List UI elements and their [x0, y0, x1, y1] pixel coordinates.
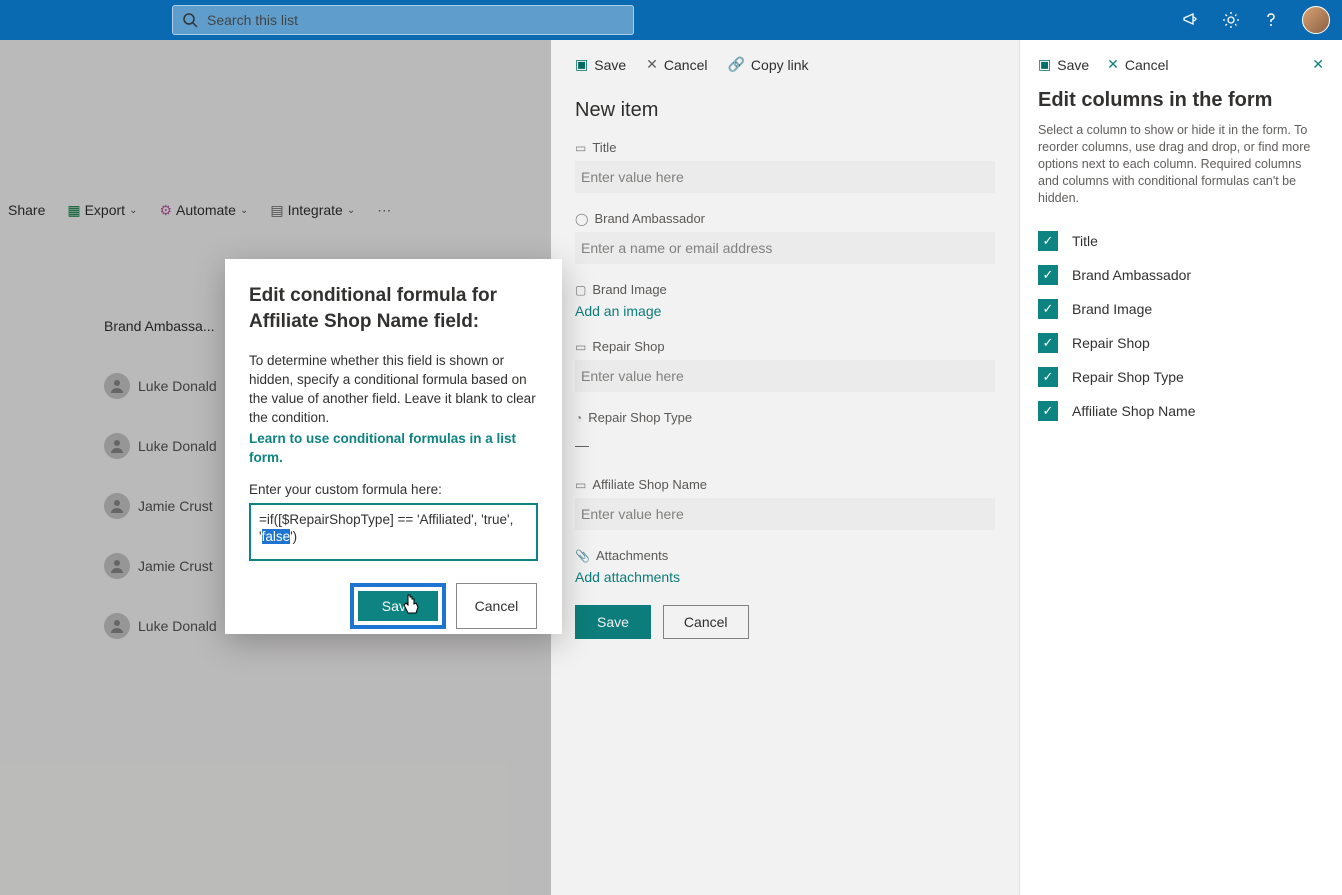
megaphone-icon[interactable]: [1182, 11, 1200, 29]
integrate-icon: ▤: [270, 202, 283, 219]
command-bar: Share ▦ Export ⌄ ⚙ Automate ⌄ ▤ Integrat…: [0, 190, 551, 230]
column-toggle-row[interactable]: ✓ Title: [1038, 224, 1324, 258]
checkbox-checked-icon[interactable]: ✓: [1038, 367, 1058, 387]
person-icon: [104, 433, 130, 459]
automate-icon: ⚙: [159, 202, 172, 219]
close-icon: ✕: [1107, 56, 1119, 73]
person-icon: [104, 493, 130, 519]
add-attachments-link[interactable]: Add attachments: [575, 569, 680, 585]
help-icon[interactable]: [1262, 11, 1280, 29]
learn-more-link[interactable]: Learn to use conditional formulas in a l…: [249, 430, 538, 468]
checkbox-checked-icon[interactable]: ✓: [1038, 333, 1058, 353]
person-icon: ◯: [575, 212, 588, 226]
topbar-actions: [1182, 6, 1330, 34]
form-save-button[interactable]: ▣ Save: [575, 56, 626, 73]
text-icon: ▭: [575, 340, 586, 354]
modal-save-button[interactable]: Save: [358, 591, 438, 621]
close-icon: ✕: [646, 56, 658, 73]
image-icon: ▢: [575, 283, 586, 297]
cols-save-button[interactable]: ▣ Save: [1038, 56, 1089, 73]
person-icon: [104, 613, 130, 639]
save-icon: ▣: [575, 56, 588, 73]
cols-panel-desc: Select a column to show or hide it in th…: [1038, 122, 1324, 206]
copy-link-button[interactable]: 🔗 Copy link: [727, 56, 808, 73]
search-icon: [182, 12, 198, 28]
choice-icon: ◔: [575, 411, 582, 425]
repair-shop-type-value[interactable]: —: [575, 431, 995, 459]
column-toggle-row[interactable]: ✓ Brand Image: [1038, 292, 1324, 326]
column-name: Title: [1072, 233, 1098, 249]
checkbox-checked-icon[interactable]: ✓: [1038, 401, 1058, 421]
formula-textarea[interactable]: =if([$RepairShopType] == 'Affiliated', '…: [249, 503, 538, 561]
chevron-down-icon: ⌄: [129, 205, 137, 216]
add-image-link[interactable]: Add an image: [575, 303, 661, 319]
modal-description: To determine whether this field is shown…: [249, 352, 538, 428]
form-cancel-button[interactable]: ✕ Cancel: [646, 56, 707, 73]
text-icon: ▭: [575, 141, 586, 155]
form-save-button-bottom[interactable]: Save: [575, 605, 651, 639]
formula-field-label: Enter your custom formula here:: [249, 482, 538, 497]
column-name: Brand Ambassador: [1072, 267, 1191, 283]
suite-header: [0, 0, 1342, 40]
list-item-name: Jamie Crust: [138, 558, 213, 574]
column-toggle-row[interactable]: ✓ Affiliate Shop Name: [1038, 394, 1324, 428]
list-item-name: Luke Donald: [138, 618, 217, 634]
panel-close-icon[interactable]: ✕: [1312, 56, 1324, 73]
conditional-formula-dialog: Edit conditional formula for Affiliate S…: [225, 259, 562, 634]
field-label-affiliate: Affiliate Shop Name: [592, 477, 707, 492]
ambassador-input[interactable]: [575, 232, 995, 264]
cols-panel-title: Edit columns in the form: [1038, 89, 1324, 112]
cols-cancel-button[interactable]: ✕ Cancel: [1107, 56, 1168, 73]
list-item-name: Luke Donald: [138, 378, 217, 394]
column-toggle-row[interactable]: ✓ Brand Ambassador: [1038, 258, 1324, 292]
column-toggle-row[interactable]: ✓ Repair Shop: [1038, 326, 1324, 360]
modal-title: Edit conditional formula for Affiliate S…: [249, 283, 538, 334]
column-name: Brand Image: [1072, 301, 1152, 317]
repair-shop-input[interactable]: [575, 360, 995, 392]
checkbox-checked-icon[interactable]: ✓: [1038, 231, 1058, 251]
field-label-type: Repair Shop Type: [588, 410, 692, 425]
form-title: New item: [575, 99, 995, 122]
tutorial-highlight: Save: [350, 583, 446, 629]
field-label-image: Brand Image: [592, 282, 666, 297]
person-icon: [104, 553, 130, 579]
field-label-ambassador: Brand Ambassador: [594, 211, 705, 226]
share-button[interactable]: Share: [8, 202, 45, 218]
search-input[interactable]: [172, 5, 634, 35]
column-name: Repair Shop: [1072, 335, 1150, 351]
column-name: Affiliate Shop Name: [1072, 403, 1195, 419]
column-toggle-row[interactable]: ✓ Repair Shop Type: [1038, 360, 1324, 394]
new-item-panel: ▣ Save ✕ Cancel 🔗 Copy link New item ▭ Ti…: [551, 40, 1019, 895]
gear-icon[interactable]: [1222, 11, 1240, 29]
chevron-down-icon: ⌄: [347, 205, 355, 216]
checkbox-checked-icon[interactable]: ✓: [1038, 299, 1058, 319]
field-label-shop: Repair Shop: [592, 339, 664, 354]
text-icon: ▭: [575, 478, 586, 492]
chevron-down-icon: ⌄: [240, 205, 248, 216]
avatar[interactable]: [1302, 6, 1330, 34]
form-toolbar: ▣ Save ✕ Cancel 🔗 Copy link: [575, 56, 995, 73]
list-item-name: Luke Donald: [138, 438, 217, 454]
list-item-name: Jamie Crust: [138, 498, 213, 514]
automate-button[interactable]: ⚙ Automate ⌄: [159, 202, 248, 219]
field-label-title: Title: [592, 140, 616, 155]
modal-cancel-button[interactable]: Cancel: [456, 583, 538, 629]
search-wrap: [172, 5, 634, 35]
attachment-icon: 📎: [575, 549, 590, 563]
column-name: Repair Shop Type: [1072, 369, 1184, 385]
title-input[interactable]: [575, 161, 995, 193]
export-button[interactable]: ▦ Export ⌄: [67, 202, 137, 219]
affiliate-input[interactable]: [575, 498, 995, 530]
field-label-attach: Attachments: [596, 548, 668, 563]
edit-columns-panel: ▣ Save ✕ Cancel ✕ Edit columns in the fo…: [1019, 40, 1342, 895]
checkbox-checked-icon[interactable]: ✓: [1038, 265, 1058, 285]
form-cancel-button-bottom[interactable]: Cancel: [663, 605, 749, 639]
link-icon: 🔗: [727, 56, 744, 73]
person-icon: [104, 373, 130, 399]
more-button[interactable]: ⋯: [377, 202, 391, 219]
excel-icon: ▦: [67, 202, 80, 219]
save-icon: ▣: [1038, 56, 1051, 73]
integrate-button[interactable]: ▤ Integrate ⌄: [270, 202, 355, 219]
